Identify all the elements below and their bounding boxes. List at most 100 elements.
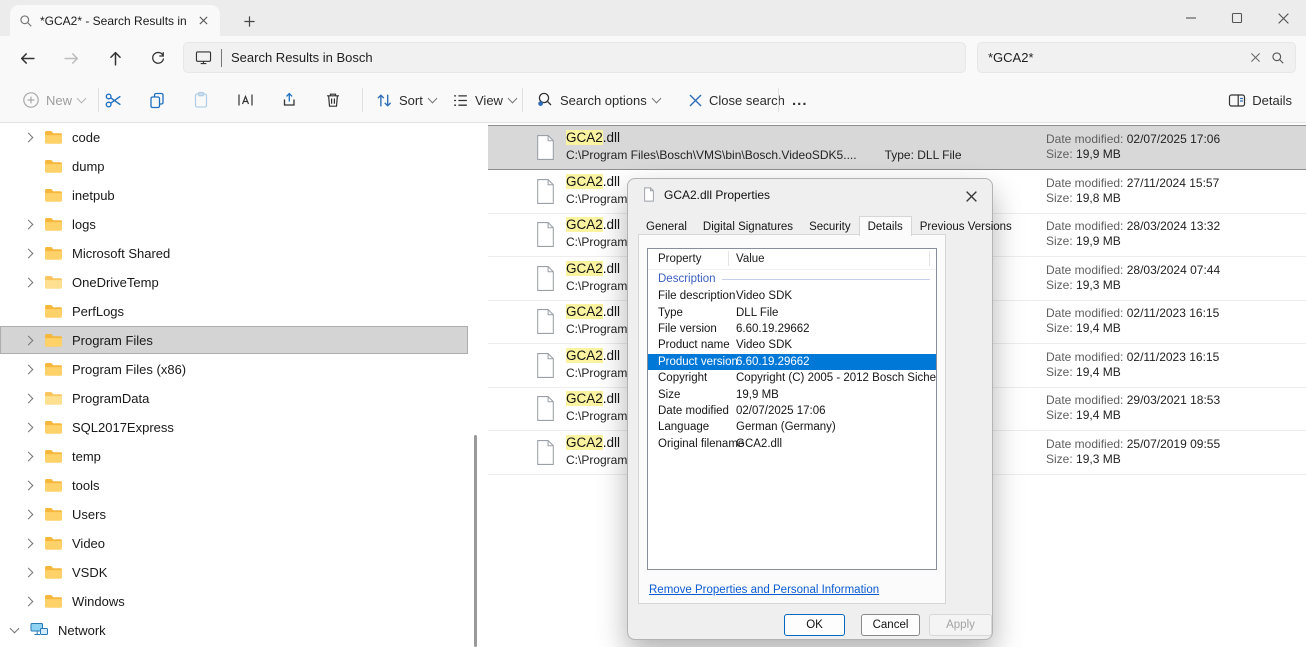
chevron-right-icon[interactable] xyxy=(22,363,34,375)
property-row[interactable]: CopyrightCopyright (C) 2005 - 2012 Bosch… xyxy=(648,370,936,386)
sidebar-item-program-files-x86[interactable]: Program Files (x86) xyxy=(0,355,468,383)
cut-button[interactable] xyxy=(100,88,126,112)
property-row[interactable]: File descriptionVideo SDK xyxy=(648,288,936,304)
search-clear-icon[interactable] xyxy=(1250,52,1261,63)
sidebar-item-logs[interactable]: logs xyxy=(0,210,468,238)
sidebar-item-dump[interactable]: dump xyxy=(0,152,468,180)
folder-icon xyxy=(44,246,63,261)
explorer-tab[interactable]: *GCA2* - Search Results in Bo xyxy=(10,5,220,36)
property-row[interactable]: LanguageGerman (Germany) xyxy=(648,419,936,435)
file-details: Date modified: 27/11/2024 15:57 Size: 19… xyxy=(1046,176,1219,206)
forward-button[interactable] xyxy=(58,45,84,71)
file-name: GCA2.dll xyxy=(566,217,620,232)
back-button[interactable] xyxy=(14,45,40,71)
breadcrumb-chevron-icon[interactable] xyxy=(221,49,222,67)
property-row[interactable]: Original filenameGCA2.dll xyxy=(648,436,936,452)
close-search-button[interactable]: Close search xyxy=(688,78,785,122)
file-name: GCA2.dll xyxy=(566,348,620,363)
close-button[interactable] xyxy=(1260,0,1306,36)
sidebar-item-label: Program Files xyxy=(72,333,153,348)
new-icon xyxy=(22,91,40,109)
chevron-right-icon[interactable] xyxy=(22,595,34,607)
chevron-down-icon[interactable] xyxy=(8,624,20,636)
property-row[interactable]: TypeDLL File xyxy=(648,304,936,320)
minimize-button[interactable] xyxy=(1168,0,1214,36)
remove-properties-link[interactable]: Remove Properties and Personal Informati… xyxy=(649,584,879,596)
more-options-button[interactable]: ... xyxy=(792,78,808,122)
copy-button[interactable] xyxy=(144,88,170,112)
chevron-right-icon[interactable] xyxy=(22,276,34,288)
sidebar-item-inetpub[interactable]: inetpub xyxy=(0,181,468,209)
file-explorer-window: *GCA2* - Search Results in Bo xyxy=(0,0,1306,647)
sidebar-item-network[interactable]: Network xyxy=(0,616,468,644)
sidebar-item-programdata[interactable]: ProgramData xyxy=(0,384,468,412)
details-pane-button[interactable]: Details xyxy=(1228,78,1292,122)
sidebar-scrollbar[interactable] xyxy=(474,435,477,647)
chevron-right-icon[interactable] xyxy=(22,508,34,520)
sidebar-item-label: tools xyxy=(72,478,99,493)
new-tab-button[interactable] xyxy=(238,10,260,32)
property-row[interactable]: Size19,9 MB xyxy=(648,386,936,402)
sidebar-item-sql2017express[interactable]: SQL2017Express xyxy=(0,413,468,441)
sort-icon xyxy=(376,92,393,109)
delete-button[interactable] xyxy=(320,88,346,112)
sidebar-item-vsdk[interactable]: VSDK xyxy=(0,558,468,586)
sidebar-item-perflogs[interactable]: PerfLogs xyxy=(0,297,468,325)
ok-button[interactable]: OK xyxy=(784,614,845,636)
dialog-title: GCA2.dll Properties xyxy=(664,188,770,202)
chevron-right-icon[interactable] xyxy=(22,537,34,549)
chevron-right-icon[interactable] xyxy=(22,421,34,433)
sidebar-item-windows[interactable]: Windows xyxy=(0,587,468,615)
property-row[interactable]: Date modified02/07/2025 17:06 xyxy=(648,403,936,419)
chevron-right-icon[interactable] xyxy=(22,392,34,404)
property-row[interactable]: File version6.60.19.29662 xyxy=(648,321,936,337)
sort-button[interactable]: Sort xyxy=(376,78,436,122)
tab-general[interactable]: General xyxy=(638,217,695,235)
search-box[interactable]: *GCA2* xyxy=(977,42,1296,73)
cancel-button[interactable]: Cancel xyxy=(861,614,920,636)
property-row[interactable]: Product nameVideo SDK xyxy=(648,337,936,353)
chevron-right-icon[interactable] xyxy=(22,218,34,230)
rename-button[interactable] xyxy=(232,88,258,112)
chevron-right-icon[interactable] xyxy=(22,450,34,462)
file-row[interactable]: GCA2.dll C:\Program Files\Bosch\VMS\bin\… xyxy=(488,125,1306,170)
chevron-right-icon[interactable] xyxy=(22,247,34,259)
refresh-button[interactable] xyxy=(145,45,171,71)
chevron-right-icon[interactable] xyxy=(22,566,34,578)
chevron-right-icon[interactable] xyxy=(22,131,34,143)
paste-button[interactable] xyxy=(188,88,214,112)
share-button[interactable] xyxy=(276,88,302,112)
window-controls xyxy=(1168,0,1306,36)
sidebar-item-label: ProgramData xyxy=(72,391,149,406)
chevron-right-icon[interactable] xyxy=(22,334,34,346)
maximize-button[interactable] xyxy=(1214,0,1260,36)
search-icon[interactable] xyxy=(1271,51,1285,65)
property-row-selected[interactable]: Product version6.60.19.29662 xyxy=(648,354,936,370)
sidebar-item-program-files[interactable]: Program Files xyxy=(0,326,468,354)
view-button[interactable]: View xyxy=(452,78,516,122)
sidebar-item-code[interactable]: code xyxy=(0,123,468,151)
new-button[interactable]: New xyxy=(22,78,85,122)
search-input[interactable]: *GCA2* xyxy=(988,50,1240,65)
tab-close-icon[interactable] xyxy=(195,13,211,29)
sidebar-item-onedrivetemp[interactable]: OneDriveTemp xyxy=(0,268,468,296)
sidebar-item-microsoft-shared[interactable]: Microsoft Shared xyxy=(0,239,468,267)
tab-details[interactable]: Details xyxy=(859,216,912,236)
address-field[interactable]: Search Results in Bosch xyxy=(183,42,966,73)
sidebar-item-users[interactable]: Users xyxy=(0,500,468,528)
sidebar-item-video[interactable]: Video xyxy=(0,529,468,557)
folder-icon xyxy=(44,159,63,174)
dialog-close-icon[interactable] xyxy=(961,186,981,206)
breadcrumb[interactable]: Search Results in Bosch xyxy=(231,50,373,65)
this-pc-icon xyxy=(195,50,212,65)
chevron-right-icon[interactable] xyxy=(22,479,34,491)
tab-digital-signatures[interactable]: Digital Signatures xyxy=(695,217,801,235)
tab-security[interactable]: Security xyxy=(801,217,859,235)
file-details: Date modified: 28/03/2024 07:44 Size: 19… xyxy=(1046,263,1220,293)
tab-previous-versions[interactable]: Previous Versions xyxy=(912,217,1020,235)
apply-button[interactable]: Apply xyxy=(929,614,992,636)
sidebar-item-temp[interactable]: temp xyxy=(0,442,468,470)
search-options-button[interactable]: Search options xyxy=(536,78,660,122)
up-button[interactable] xyxy=(102,45,128,71)
sidebar-item-tools[interactable]: tools xyxy=(0,471,468,499)
